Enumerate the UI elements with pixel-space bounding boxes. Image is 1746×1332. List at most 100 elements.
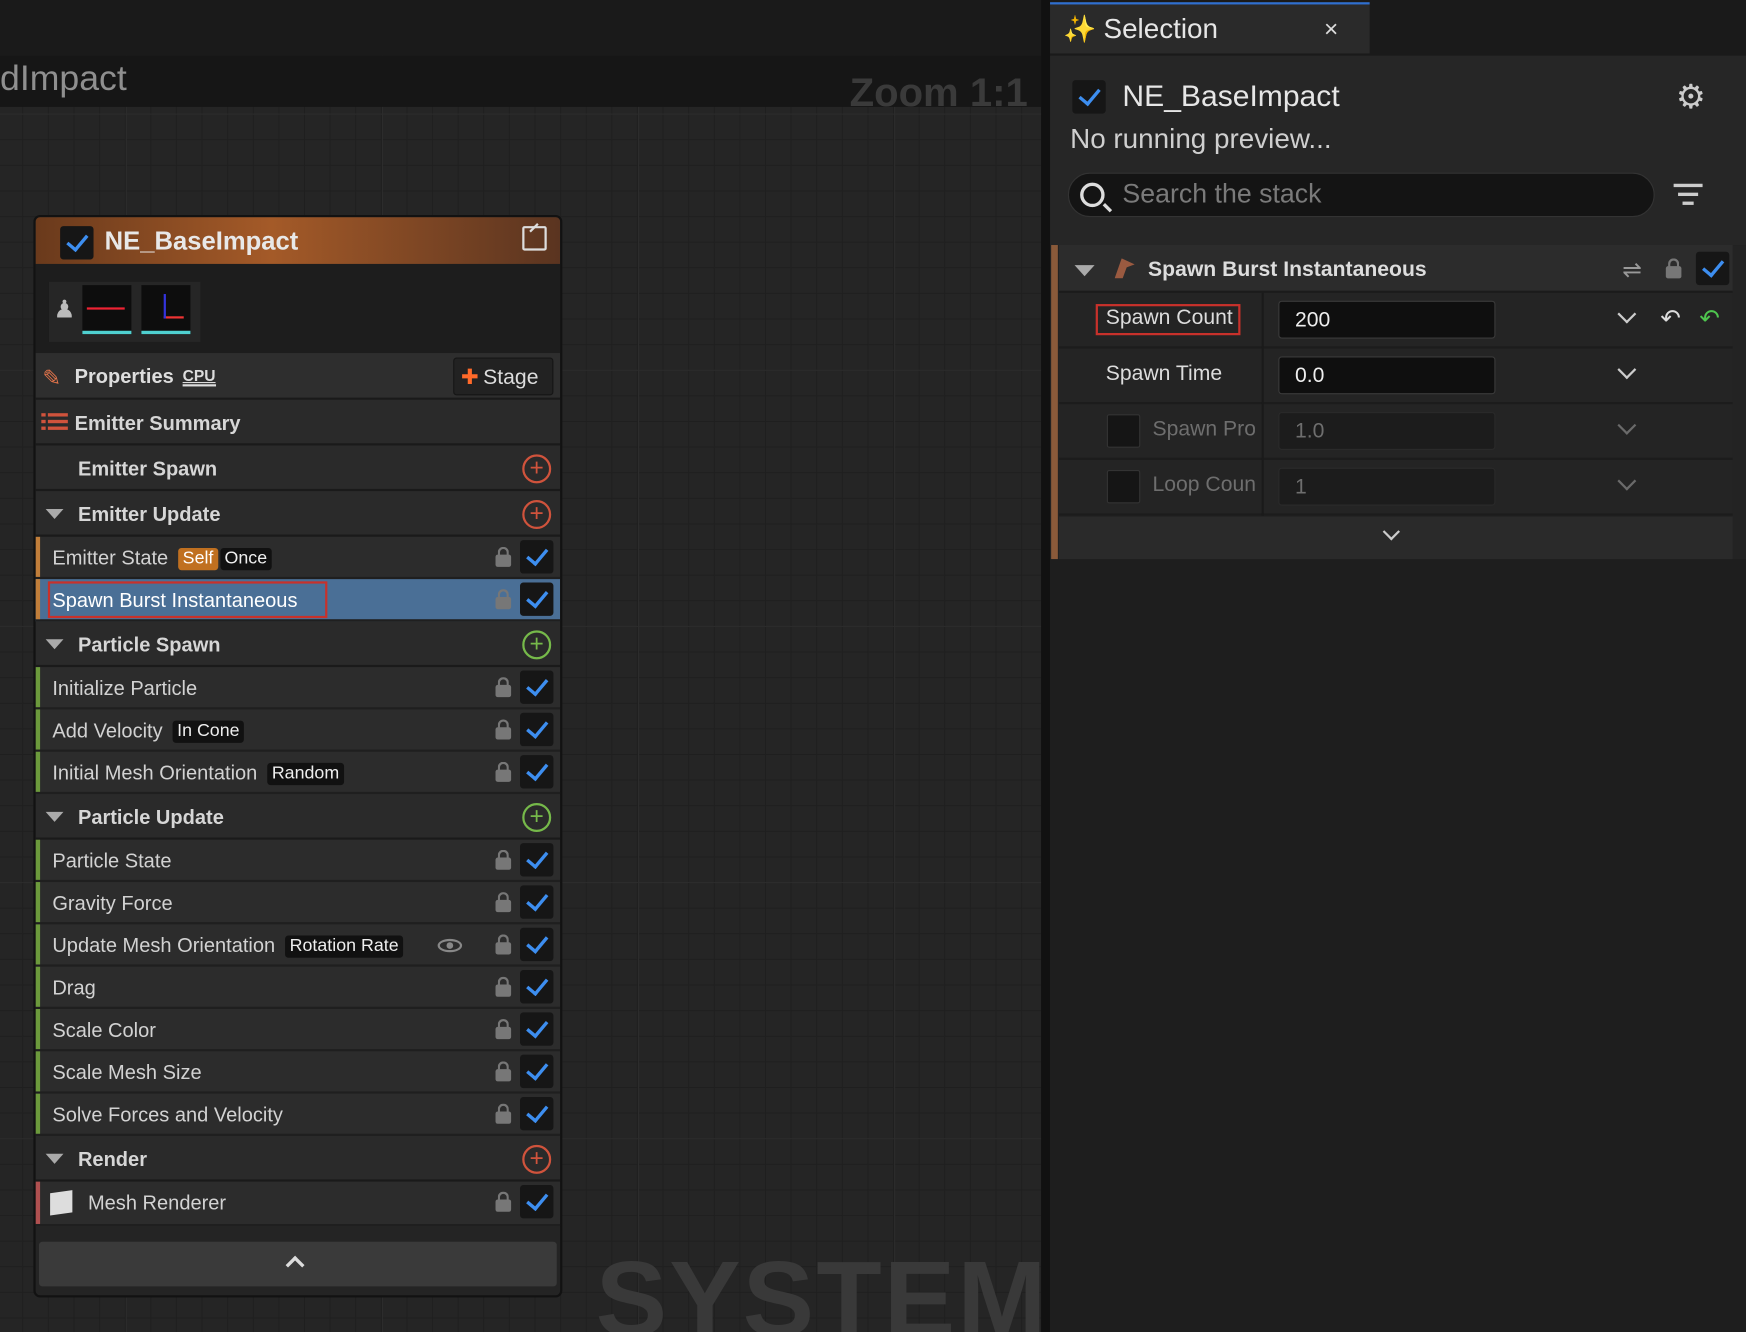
module-solve-forces-and-velocity[interactable]: Solve Forces and Velocity: [35, 1093, 561, 1136]
add-module-button[interactable]: +: [522, 802, 552, 832]
param-value-input[interactable]: 1: [1278, 467, 1496, 506]
emitter-enabled-checkbox[interactable]: [1072, 80, 1106, 114]
close-icon[interactable]: ×: [1324, 14, 1338, 43]
chevron-down-icon[interactable]: [1617, 415, 1637, 435]
module-label: Solve Forces and Velocity: [52, 1103, 283, 1126]
section-emitter-update[interactable]: Emitter Update +: [35, 491, 561, 537]
module-particle-state[interactable]: Particle State: [35, 839, 561, 883]
eye-icon[interactable]: [437, 938, 463, 953]
lock-icon: [495, 761, 512, 782]
lock-icon: [495, 892, 512, 913]
module-enabled-checkbox[interactable]: [520, 1054, 554, 1089]
lock-icon: [495, 1061, 512, 1082]
section-particle-update[interactable]: Particle Update +: [35, 794, 561, 840]
section-particle-spawn[interactable]: Particle Spawn +: [35, 621, 561, 668]
filter-icon[interactable]: [1673, 182, 1703, 209]
renderer-thumbnails: ♟: [35, 263, 561, 354]
show-advanced-button[interactable]: [1058, 516, 1733, 560]
lock-icon: [495, 677, 512, 698]
param-row-loop-count[interactable]: Loop Coun 1: [1058, 459, 1733, 516]
stage-label: Stage: [483, 366, 539, 390]
module-mesh-renderer[interactable]: Mesh Renderer: [35, 1181, 561, 1227]
module-enabled-checkbox[interactable]: [520, 540, 554, 574]
emitter-enabled-checkbox[interactable]: [60, 226, 94, 260]
param-row-spawn-count[interactable]: Spawn Count 200 ↶ ↶: [1058, 292, 1733, 349]
stack-module-header[interactable]: Spawn Burst Instantaneous ⇌: [1058, 245, 1733, 293]
tab-selection[interactable]: ✨ Selection ×: [1050, 2, 1370, 54]
selection-header: NE_BaseImpact ⚙ No running preview...: [1050, 55, 1746, 246]
module-enabled-checkbox[interactable]: [520, 1184, 554, 1219]
section-emitter-spawn[interactable]: Emitter Spawn +: [35, 445, 561, 492]
param-value-input[interactable]: 200: [1278, 300, 1496, 339]
module-enabled-checkbox[interactable]: [520, 712, 554, 747]
stack-module-title: Spawn Burst Instantaneous: [1148, 258, 1427, 282]
module-name: Add Velocity: [52, 719, 163, 742]
module-tag: In Cone: [172, 720, 245, 743]
add-module-button[interactable]: +: [522, 630, 552, 660]
lock-icon: [495, 1019, 512, 1040]
add-module-button[interactable]: +: [522, 454, 552, 484]
stage-bar: [35, 579, 41, 620]
module-gravity-force[interactable]: Gravity Force: [35, 882, 561, 925]
chevron-down-icon[interactable]: [1617, 360, 1637, 380]
shuffle-icon[interactable]: ⇌: [1622, 256, 1642, 284]
param-value-input[interactable]: 0.0: [1278, 356, 1496, 395]
module-enabled-checkbox[interactable]: [520, 670, 554, 704]
module-enabled-checkbox[interactable]: [520, 755, 554, 789]
module-enabled-checkbox[interactable]: [1695, 251, 1730, 286]
add-stage-button[interactable]: ✚ Stage: [453, 357, 554, 396]
triangle-down-icon[interactable]: [45, 639, 64, 650]
undo-icon[interactable]: ↶: [1660, 304, 1681, 333]
emitter-node-header[interactable]: NE_BaseImpact: [35, 217, 561, 264]
module-add-velocity[interactable]: Add Velocity In Cone: [35, 709, 561, 752]
gear-icon[interactable]: ⚙: [1676, 78, 1706, 117]
add-renderer-button[interactable]: +: [522, 1144, 552, 1174]
collapse-node-button[interactable]: [38, 1241, 557, 1287]
module-drag[interactable]: Drag: [35, 966, 561, 1010]
module-emitter-state[interactable]: Emitter State Self Once: [35, 536, 561, 580]
search-box[interactable]: [1067, 172, 1655, 218]
module-spawn-burst-instantaneous[interactable]: Spawn Burst Instantaneous: [35, 579, 561, 622]
triangle-down-icon[interactable]: [1074, 265, 1095, 277]
module-update-mesh-orientation[interactable]: Update Mesh Orientation Rotation Rate: [35, 924, 561, 967]
search-input[interactable]: [1122, 178, 1635, 212]
module-enabled-checkbox[interactable]: [520, 843, 554, 877]
section-label: Particle Spawn: [77, 633, 221, 656]
panel-divider[interactable]: [1041, 0, 1051, 1332]
triangle-down-icon[interactable]: [45, 1153, 64, 1164]
sparkle-icon: ✨: [1063, 14, 1097, 45]
module-scale-color[interactable]: Scale Color: [35, 1009, 561, 1052]
module-enabled-checkbox[interactable]: [520, 582, 554, 616]
module-enabled-checkbox[interactable]: [520, 1097, 554, 1131]
param-row-spawn-probability[interactable]: Spawn Pro 1.0: [1058, 404, 1733, 460]
module-initial-mesh-orientation[interactable]: Initial Mesh Orientation Random: [35, 751, 561, 795]
reset-icon[interactable]: ↶: [1699, 304, 1720, 333]
triangle-down-icon[interactable]: [45, 508, 64, 519]
chevron-down-icon[interactable]: [1617, 304, 1637, 324]
lock-icon: [495, 589, 512, 610]
module-enabled-checkbox[interactable]: [520, 1012, 554, 1046]
param-enable-checkbox[interactable]: [1106, 414, 1141, 448]
module-label: Initialize Particle: [52, 677, 198, 700]
emitter-node[interactable]: NE_BaseImpact ♟ ✎ Properties CPU ✚ Stage …: [33, 214, 563, 1298]
triangle-down-icon[interactable]: [45, 811, 64, 822]
thumbnail-1[interactable]: [82, 285, 132, 335]
param-value-input[interactable]: 1.0: [1278, 412, 1496, 450]
section-emitter-summary[interactable]: Emitter Summary: [35, 399, 561, 446]
add-module-button[interactable]: +: [522, 500, 552, 530]
section-render[interactable]: Render +: [35, 1135, 561, 1182]
module-enabled-checkbox[interactable]: [520, 885, 554, 919]
properties-row[interactable]: ✎ Properties CPU ✚ Stage: [35, 353, 561, 400]
param-enable-checkbox[interactable]: [1106, 469, 1141, 504]
module-scale-mesh-size[interactable]: Scale Mesh Size: [35, 1051, 561, 1094]
param-row-spawn-time[interactable]: Spawn Time 0.0: [1058, 348, 1733, 405]
thumbnail-2[interactable]: [141, 285, 191, 335]
module-initialize-particle[interactable]: Initialize Particle: [35, 667, 561, 710]
chevron-down-icon[interactable]: [1617, 471, 1637, 491]
person-icon: ♟: [53, 295, 76, 323]
stage-bar: [35, 966, 41, 1007]
stage-bar: [35, 1093, 41, 1134]
popout-icon[interactable]: [522, 226, 547, 251]
module-enabled-checkbox[interactable]: [520, 927, 554, 962]
module-enabled-checkbox[interactable]: [520, 970, 554, 1004]
